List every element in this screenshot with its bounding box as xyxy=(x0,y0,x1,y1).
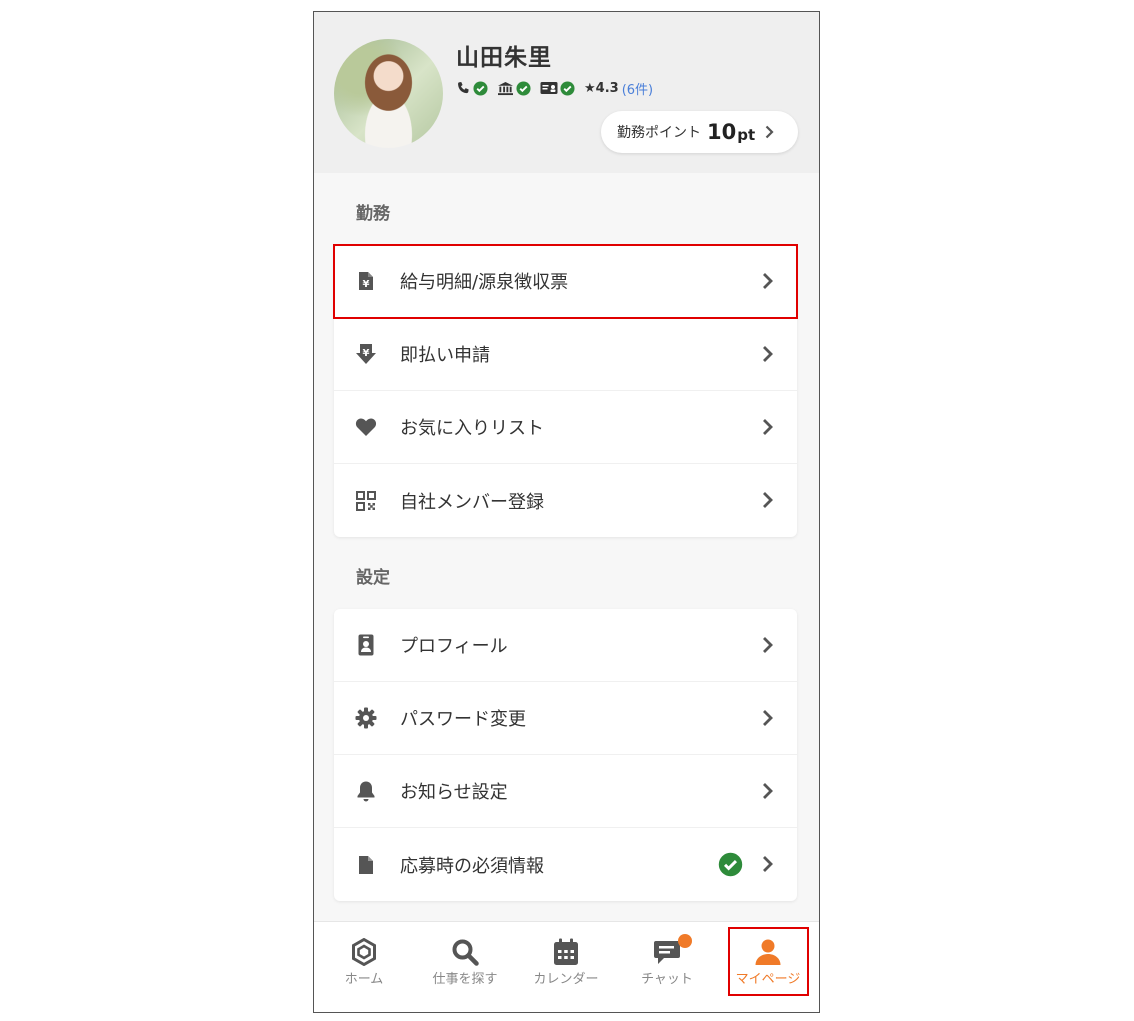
chevron-right-icon xyxy=(763,273,773,289)
id-badge-icon xyxy=(354,633,378,657)
tab-label: ホーム xyxy=(344,972,384,987)
menu-item-label: 応募時の必須情報 xyxy=(400,855,544,877)
menu-item-payslip[interactable]: ¥ 給与明細/源泉徴収票 xyxy=(333,244,798,319)
chat-icon xyxy=(654,941,680,964)
review-count-link[interactable]: (6件) xyxy=(622,79,653,98)
calendar-icon xyxy=(554,938,578,965)
menu-item-label: お知らせ設定 xyxy=(400,782,508,803)
bottom-tab-bar: ホーム 仕事を探す カレンダー チャット マイページ xyxy=(314,921,819,1012)
yen-document-icon: ¥ xyxy=(354,269,378,293)
menu-item-label: プロフィール xyxy=(400,636,508,657)
tab-home[interactable]: ホーム xyxy=(314,922,414,1012)
points-unit: pt xyxy=(737,125,756,144)
active-tab-highlight xyxy=(728,927,809,996)
menu-item-label: 自社メンバー登録 xyxy=(400,491,544,513)
chat-unread-dot xyxy=(678,934,692,948)
bell-icon xyxy=(354,779,378,803)
menu-item-profile[interactable]: プロフィール xyxy=(334,609,797,682)
bank-icon xyxy=(498,81,513,95)
chevron-right-icon xyxy=(763,419,773,435)
settings-menu-card: プロフィール パスワード変更 お知らせ設定 応募時の必須情報 xyxy=(334,609,797,901)
profile-header: 山田朱里 ★4.3 (6件) 勤務ポイント 10 pt xyxy=(314,12,819,173)
home-hexagon-icon xyxy=(352,938,376,966)
menu-item-instant-pay[interactable]: ¥ 即払い申請 xyxy=(334,318,797,391)
check-circle-icon xyxy=(516,80,531,96)
yen-download-icon: ¥ xyxy=(354,342,378,366)
work-menu-card: ¥ 給与明細/源泉徴収票 ¥ 即払い申請 お気に入りリスト 自社メンバー登録 xyxy=(333,244,798,537)
chevron-right-icon xyxy=(763,492,773,508)
rating: ★4.3 (6件) xyxy=(584,79,653,98)
points-value: 10 xyxy=(707,120,737,144)
menu-item-favorites[interactable]: お気に入りリスト xyxy=(334,391,797,464)
avatar[interactable] xyxy=(334,39,443,148)
check-circle-icon xyxy=(718,852,743,877)
id-verified-badge xyxy=(540,80,575,96)
gear-icon xyxy=(354,706,378,730)
phone-verified-badge xyxy=(456,80,488,96)
menu-item-password[interactable]: パスワード変更 xyxy=(334,682,797,755)
tab-calendar[interactable]: カレンダー xyxy=(516,922,616,1012)
bank-verified-badge xyxy=(497,80,531,96)
menu-item-label: お気に入りリスト xyxy=(400,418,544,439)
tab-label: カレンダー xyxy=(533,972,599,987)
user-name: 山田朱里 xyxy=(456,45,552,71)
heart-icon xyxy=(354,415,378,439)
menu-item-label: 即払い申請 xyxy=(400,345,490,366)
tab-chat[interactable]: チャット xyxy=(617,922,717,1012)
menu-item-required-info[interactable]: 応募時の必須情報 xyxy=(334,828,797,901)
svg-text:¥: ¥ xyxy=(363,348,370,359)
qr-code-icon xyxy=(354,489,378,513)
chevron-right-icon xyxy=(763,710,773,726)
tab-label: 仕事を探す xyxy=(432,972,498,987)
menu-item-company-member[interactable]: 自社メンバー登録 xyxy=(334,464,797,537)
menu-item-label: 給与明細/源泉徴収票 xyxy=(400,272,569,293)
menu-item-label: パスワード変更 xyxy=(400,709,526,730)
chevron-right-icon xyxy=(763,856,773,872)
section-title-settings: 設定 xyxy=(356,568,390,588)
phone-frame: 山田朱里 ★4.3 (6件) 勤務ポイント 10 pt 勤務 ¥ 給与明細/源泉… xyxy=(313,11,820,1013)
chevron-right-icon xyxy=(763,637,773,653)
work-points-button[interactable]: 勤務ポイント 10 pt xyxy=(601,111,798,153)
svg-text:¥: ¥ xyxy=(363,279,370,290)
phone-icon xyxy=(458,81,469,93)
check-circle-icon xyxy=(560,80,575,96)
verification-badges: ★4.3 (6件) xyxy=(456,78,653,98)
menu-item-notifications[interactable]: お知らせ設定 xyxy=(334,755,797,828)
search-icon xyxy=(452,939,479,966)
check-circle-icon xyxy=(473,80,488,96)
rating-value: ★4.3 xyxy=(584,80,619,96)
file-icon xyxy=(354,853,378,877)
chevron-right-icon xyxy=(763,346,773,362)
tab-search-jobs[interactable]: 仕事を探す xyxy=(415,922,515,1012)
id-card-icon xyxy=(540,82,558,94)
chevron-right-icon xyxy=(763,783,773,799)
section-title-work: 勤務 xyxy=(356,204,390,224)
points-label: 勤務ポイント xyxy=(617,125,701,141)
tab-label: チャット xyxy=(641,972,693,987)
chevron-right-icon xyxy=(765,125,774,139)
